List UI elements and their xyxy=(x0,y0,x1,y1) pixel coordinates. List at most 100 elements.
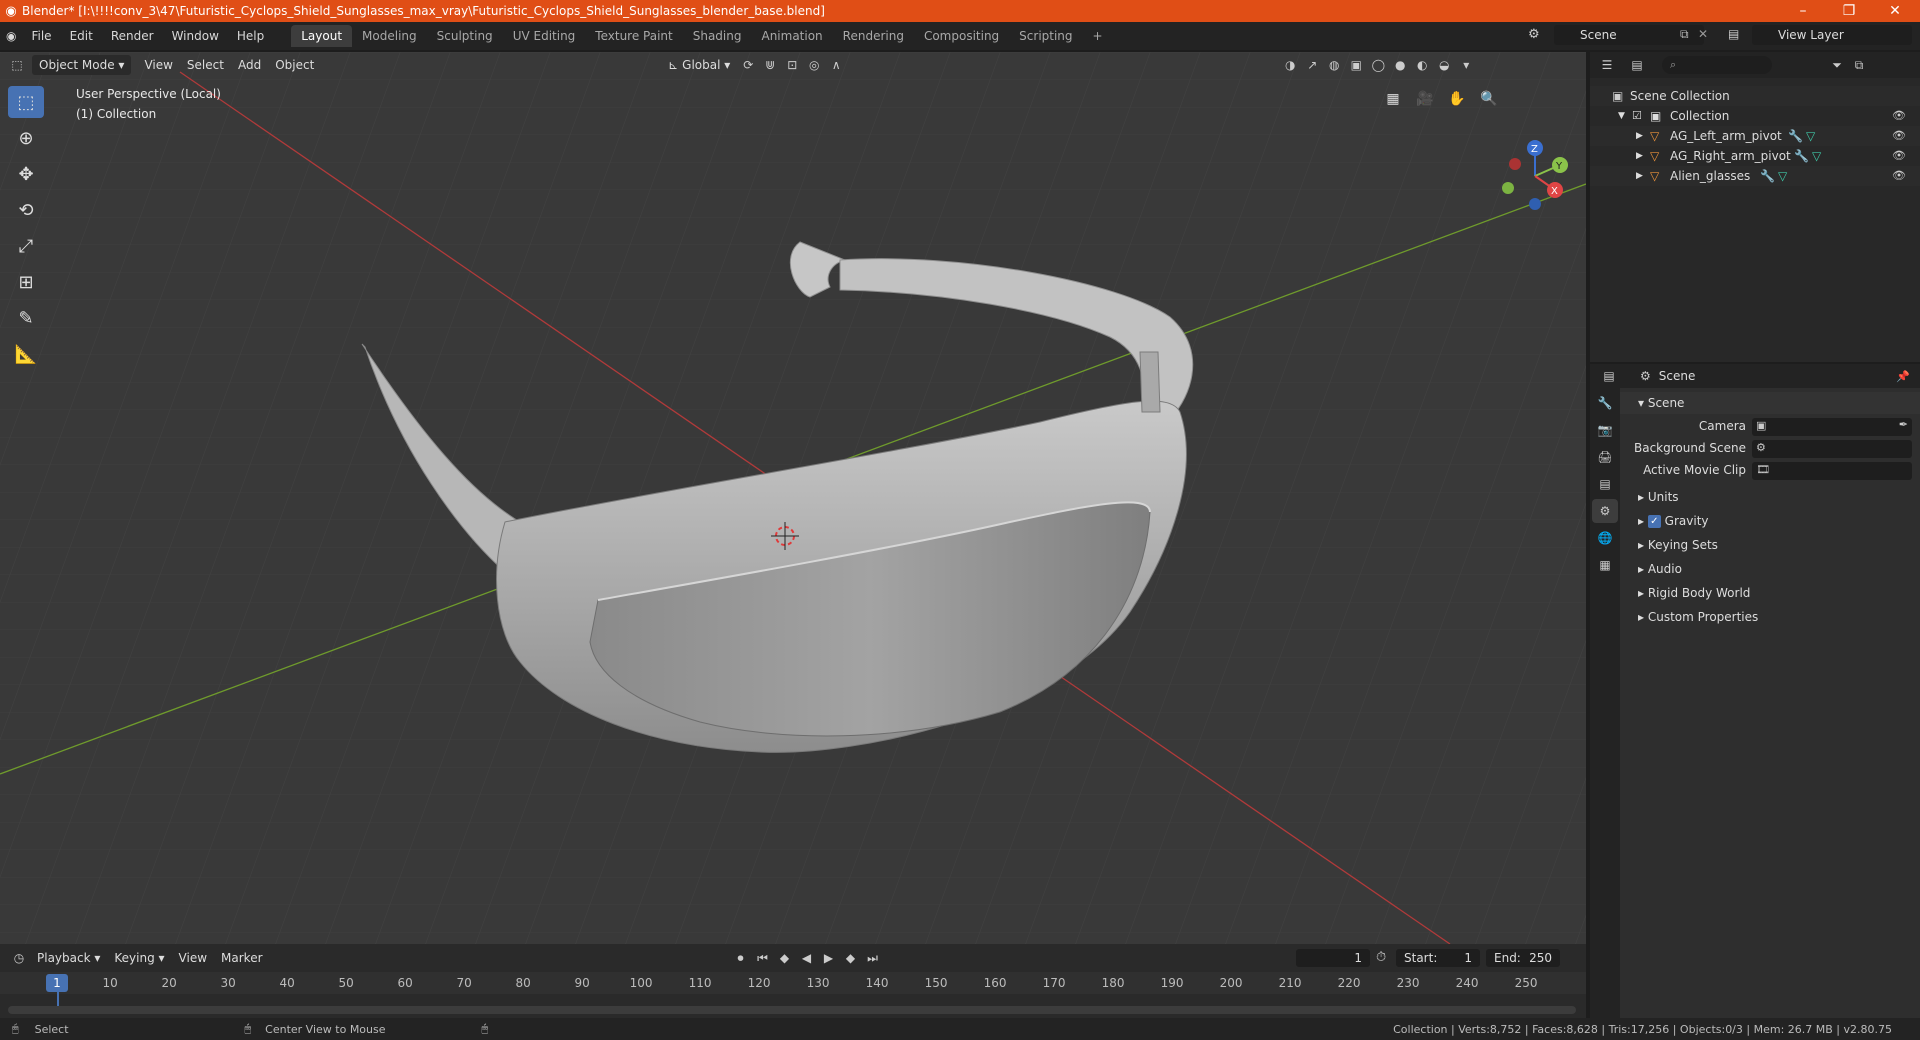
gizmo-neg-y-icon[interactable] xyxy=(1502,182,1514,194)
rigid-body-world-panel-header[interactable]: ▸ Rigid Body World xyxy=(1620,582,1920,604)
viewport-menu-add[interactable]: Add xyxy=(231,55,268,75)
expand-icon[interactable]: ▶ xyxy=(1636,146,1643,166)
outliner-row-object[interactable]: ▶ ▽ Alien_glasses 🔧 ▽ 👁 xyxy=(1590,166,1920,186)
tab-sculpting[interactable]: Sculpting xyxy=(427,25,503,47)
menu-render[interactable]: Render xyxy=(102,25,163,47)
modifier-icon[interactable]: 🔧 xyxy=(1788,126,1803,146)
rotate-tool-icon[interactable]: ⟲ xyxy=(8,194,44,226)
collection-visibility-icon[interactable]: 👁 xyxy=(1892,106,1906,126)
3d-viewport[interactable]: Z Y X ⬚ Object Mode ▾ View Select Add Ob… xyxy=(0,52,1586,944)
shading-options-icon[interactable]: ▾ xyxy=(1455,55,1477,75)
texture-tab-icon[interactable]: ▦ xyxy=(1592,553,1618,577)
outliner-editor-type-icon[interactable]: ☰ xyxy=(1596,55,1618,75)
next-keyframe-icon[interactable]: ◆ xyxy=(840,948,862,968)
collection-expand-icon[interactable]: ▼ xyxy=(1618,106,1625,126)
custom-properties-panel-header[interactable]: ▸ Custom Properties xyxy=(1620,606,1920,628)
eyedropper-icon[interactable]: ✒ xyxy=(1899,418,1908,431)
snap-icon[interactable]: ⋓ xyxy=(759,55,781,75)
viewport-menu-object[interactable]: Object xyxy=(268,55,321,75)
prev-keyframe-icon[interactable]: ◆ xyxy=(774,948,796,968)
tab-shading[interactable]: Shading xyxy=(683,25,752,47)
start-frame-input[interactable]: Start: 1 xyxy=(1396,949,1480,967)
gizmo-neg-x-icon[interactable] xyxy=(1509,158,1521,170)
object-visibility-icon[interactable]: 👁 xyxy=(1892,166,1906,186)
world-tab-icon[interactable]: 🌐 xyxy=(1592,526,1618,550)
scene-tab-icon[interactable]: ⚙ xyxy=(1592,499,1618,523)
display-mode-icon[interactable]: ▤ xyxy=(1626,55,1648,75)
scene-panel-header[interactable]: ▾ Scene xyxy=(1620,392,1920,414)
jump-start-icon[interactable]: ⏮ xyxy=(752,948,774,968)
remove-scene-icon[interactable]: ✕ xyxy=(1698,27,1708,41)
record-icon[interactable]: ⏺ xyxy=(730,948,752,968)
stopwatch-icon[interactable]: ⏱ xyxy=(1376,950,1386,965)
view-layer-selector[interactable]: View Layer xyxy=(1752,25,1912,45)
transform-orientation-selector[interactable]: ⊾ Global ▾ xyxy=(661,55,737,75)
object-visibility-icon[interactable]: 👁 xyxy=(1892,146,1906,166)
snap-target-icon[interactable]: ⊡ xyxy=(781,55,803,75)
tool-tab-icon[interactable]: 🔧 xyxy=(1592,391,1618,415)
end-frame-input[interactable]: End: 250 xyxy=(1486,949,1560,967)
timeline-editor-type-icon[interactable]: ◷ xyxy=(8,948,30,968)
jump-end-icon[interactable]: ⏭ xyxy=(862,948,884,968)
annotate-tool-icon[interactable]: ✎ xyxy=(8,302,44,334)
mode-selector[interactable]: Object Mode ▾ xyxy=(32,55,132,75)
menu-edit[interactable]: Edit xyxy=(61,25,102,47)
outliner-row-object[interactable]: ▶ ▽ AG_Right_arm_pivot 🔧 ▽ 👁 xyxy=(1590,146,1920,166)
material-shading-icon[interactable]: ◐ xyxy=(1411,55,1433,75)
play-reverse-icon[interactable]: ◀ xyxy=(796,948,818,968)
keying-menu[interactable]: Keying ▾ xyxy=(107,948,171,968)
tab-scripting[interactable]: Scripting xyxy=(1009,25,1082,47)
filter-icon[interactable]: ⏷ xyxy=(1826,55,1848,75)
play-icon[interactable]: ▶ xyxy=(818,948,840,968)
tab-compositing[interactable]: Compositing xyxy=(914,25,1009,47)
timeline-ruler[interactable]: 1 10 20 30 40 50 60 70 80 90 100 110 120 130 140 150 160… xyxy=(0,972,1586,1010)
menu-file[interactable]: File xyxy=(22,25,60,47)
playback-menu[interactable]: Playback ▾ xyxy=(30,948,107,968)
blender-menu-icon[interactable]: ◉ xyxy=(0,25,22,47)
modifier-icon[interactable]: 🔧 xyxy=(1760,166,1775,186)
scale-tool-icon[interactable]: ⤢ xyxy=(8,230,44,262)
tab-layout[interactable]: Layout xyxy=(291,25,353,47)
gravity-panel-header[interactable]: ▸ ✓ Gravity xyxy=(1620,510,1920,532)
outliner-row-scene-collection[interactable]: ▣ Scene Collection xyxy=(1590,86,1920,106)
background-scene-field[interactable]: ⚙ xyxy=(1752,440,1912,458)
view-layer-tab-icon[interactable]: ▤ xyxy=(1592,472,1618,496)
gravity-checkbox[interactable]: ✓ xyxy=(1647,515,1661,528)
menu-help[interactable]: Help xyxy=(228,25,273,47)
pivot-point-icon[interactable]: ⟳ xyxy=(737,55,759,75)
gizmo-toggle-icon[interactable]: ↗ xyxy=(1301,55,1323,75)
mesh-data-icon[interactable]: ▽ xyxy=(1778,166,1787,186)
overlay-toggle-icon[interactable]: ◍ xyxy=(1323,55,1345,75)
zoom-icon[interactable]: 🔍 xyxy=(1476,86,1502,112)
copy-scene-icon[interactable]: ⧉ xyxy=(1680,27,1689,42)
timeline-scrollbar[interactable] xyxy=(8,1006,1576,1014)
maximize-button[interactable]: ❐ xyxy=(1826,0,1872,22)
tab-animation[interactable]: Animation xyxy=(751,25,832,47)
keying-sets-panel-header[interactable]: ▸ Keying Sets xyxy=(1620,534,1920,556)
render-tab-icon[interactable]: 📷 xyxy=(1592,418,1618,442)
tab-texture-paint[interactable]: Texture Paint xyxy=(585,25,682,47)
viewport-canvas[interactable]: Z Y X xyxy=(0,52,1586,944)
active-movie-clip-field[interactable]: 🎞 xyxy=(1752,462,1912,480)
mesh-data-icon[interactable]: ▽ xyxy=(1812,146,1821,166)
audio-panel-header[interactable]: ▸ Audio xyxy=(1620,558,1920,580)
gizmo-neg-z-icon[interactable] xyxy=(1529,198,1541,210)
close-button[interactable]: ✕ xyxy=(1872,0,1918,22)
pin-icon[interactable]: 📌 xyxy=(1896,370,1910,383)
units-panel-header[interactable]: ▸ Units xyxy=(1620,486,1920,508)
mesh-data-icon[interactable]: ▽ xyxy=(1806,126,1815,146)
transform-tool-icon[interactable]: ⊞ xyxy=(8,266,44,298)
solid-shading-icon[interactable]: ● xyxy=(1389,55,1411,75)
expand-icon[interactable]: ▶ xyxy=(1636,126,1643,146)
move-tool-icon[interactable]: ✥ xyxy=(8,158,44,190)
menu-window[interactable]: Window xyxy=(163,25,228,47)
properties-editor-type-icon[interactable]: ▤ xyxy=(1598,366,1620,386)
measure-tool-icon[interactable]: 📐 xyxy=(8,338,44,370)
add-workspace-icon[interactable]: + xyxy=(1083,25,1113,47)
tab-uv-editing[interactable]: UV Editing xyxy=(503,25,586,47)
visibility-icon[interactable]: ◑ xyxy=(1279,55,1301,75)
tab-rendering[interactable]: Rendering xyxy=(833,25,914,47)
collection-checkbox[interactable]: ☑ xyxy=(1632,106,1642,126)
falloff-icon[interactable]: ∧ xyxy=(825,55,847,75)
camera-field[interactable]: ▣ ✒ xyxy=(1752,418,1912,436)
